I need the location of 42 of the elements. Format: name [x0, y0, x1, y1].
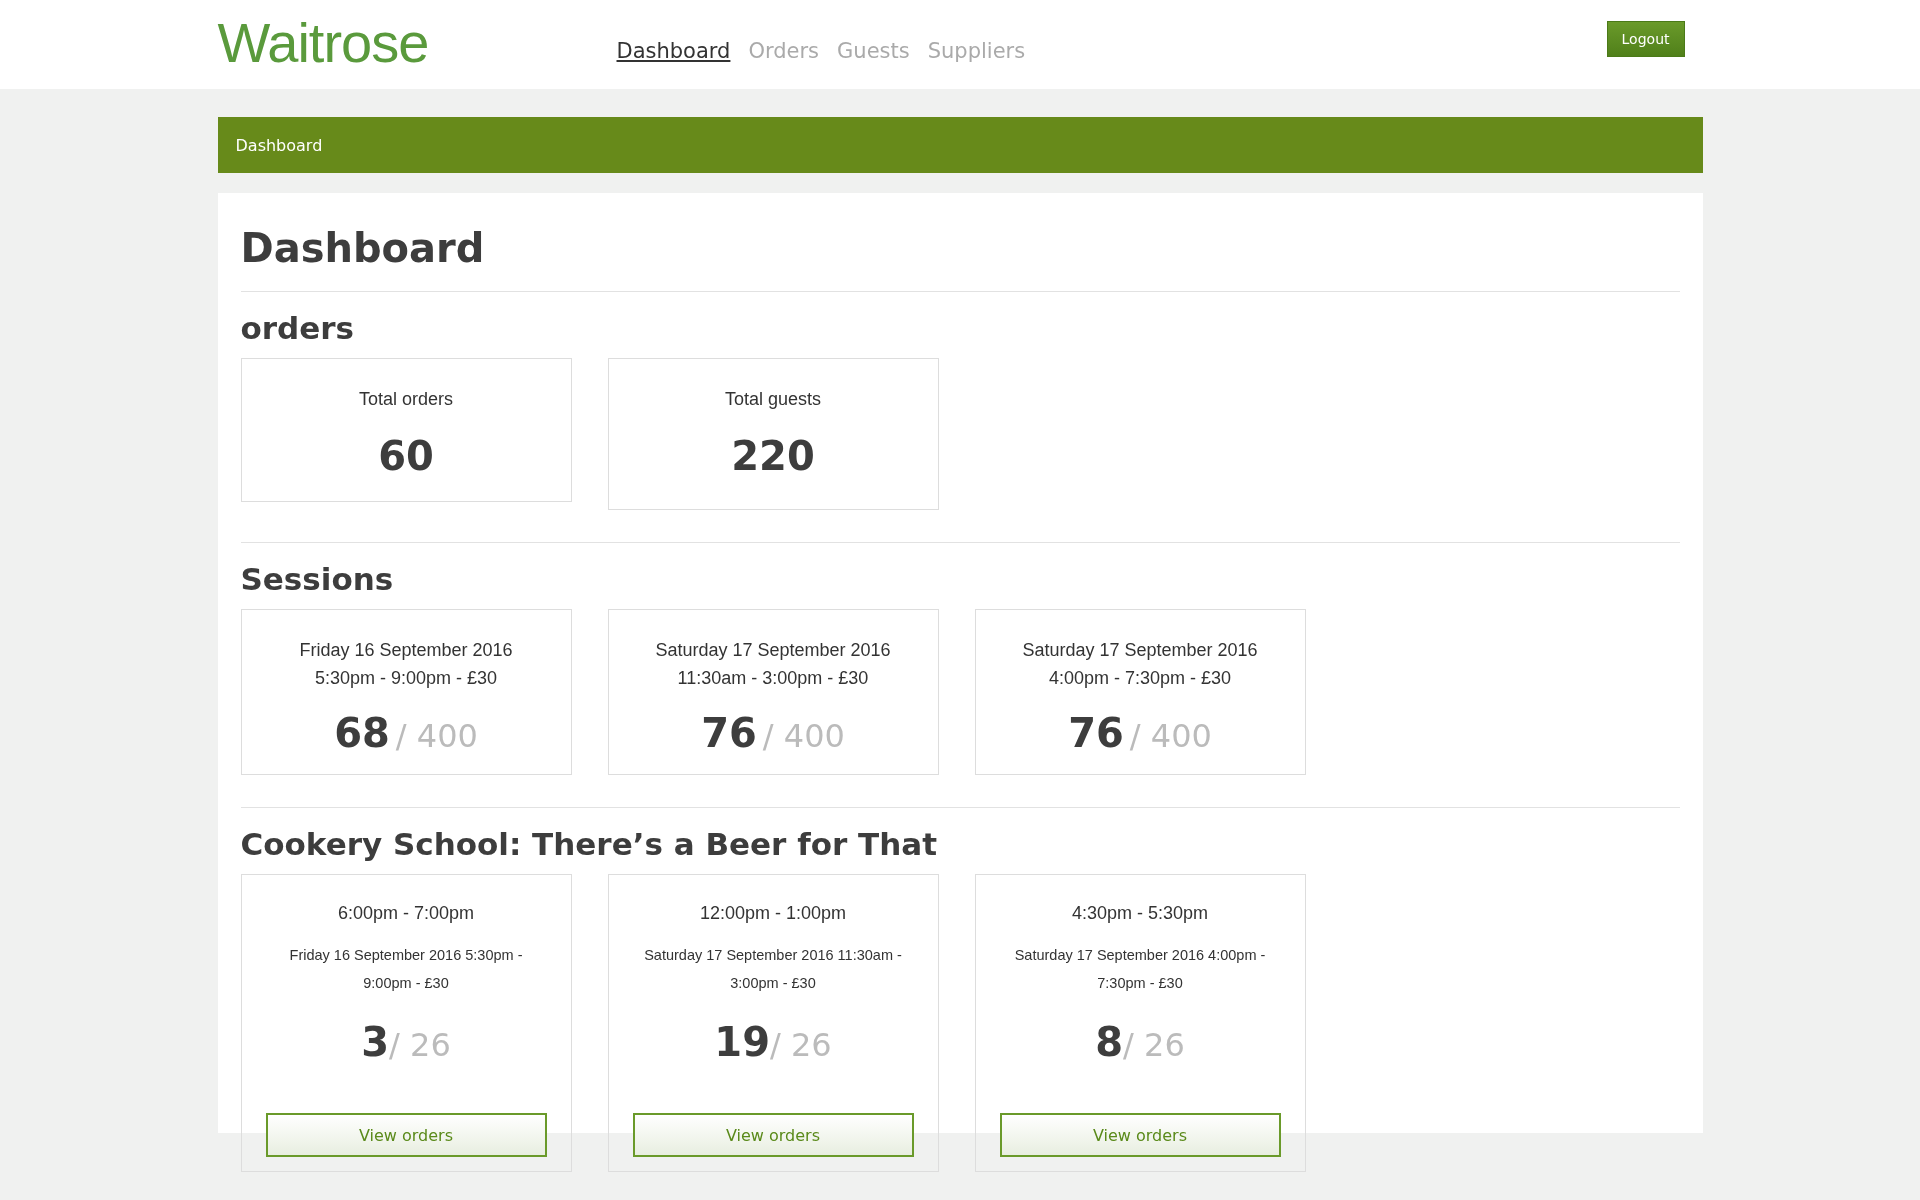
count-value: 68 — [334, 710, 390, 756]
nav-link[interactable]: Dashboard — [616, 38, 731, 63]
capacity-value: / 400 — [762, 717, 845, 755]
class-time: 12:00pm - 1:00pm — [698, 902, 848, 925]
section-heading: Sessions — [240, 561, 395, 597]
count-value: 3 — [361, 1019, 390, 1065]
logout-button[interactable]: Logout — [1606, 20, 1685, 57]
capacity-value: / 400 — [1129, 717, 1212, 755]
view-orders-button[interactable]: View orders — [265, 1113, 547, 1157]
session-info: Saturday 17 September 2016 11:30am - 3:00pm - £30 — [643, 946, 903, 993]
session-info: Saturday 17 September 2016 4:00pm - 7:30pm - £30 — [1013, 946, 1267, 993]
card-label: Total orders — [357, 388, 454, 411]
class-time: 6:00pm - 7:00pm — [336, 902, 476, 925]
session-time: 5:30pm - 9:00pm - £30 — [313, 667, 499, 690]
count-value: 19 — [714, 1019, 770, 1065]
session-date: Friday 16 September 2016 — [298, 639, 514, 662]
session-time: 11:30am - 3:00pm - £30 — [676, 667, 870, 690]
session-info: Friday 16 September 2016 5:30pm - 9:00pm - £30 — [288, 946, 524, 993]
capacity-value: / 26 — [389, 1026, 451, 1064]
view-orders-button[interactable]: View orders — [999, 1113, 1281, 1157]
count-value: 76 — [701, 710, 757, 756]
logo[interactable]: Waitrose — [217, 10, 617, 75]
card-label: Total guests — [723, 388, 823, 411]
capacity-value: / 26 — [770, 1026, 832, 1064]
stat-value: 220 — [730, 433, 816, 479]
nav-link[interactable]: Guests — [837, 38, 910, 63]
session-date: Saturday 17 September 2016 — [1021, 639, 1259, 662]
class-time: 4:30pm - 5:30pm — [1070, 902, 1210, 925]
nav-link[interactable]: Orders — [748, 38, 820, 63]
breadcrumb-link[interactable]: Dashboard — [235, 135, 323, 155]
session-date: Saturday 17 September 2016 — [654, 639, 892, 662]
capacity-value: / 26 — [1123, 1026, 1185, 1064]
view-orders-button[interactable]: View orders — [632, 1113, 914, 1157]
section-heading: orders — [240, 310, 356, 346]
count-value: 76 — [1068, 710, 1124, 756]
session-time: 4:00pm - 7:30pm - £30 — [1047, 667, 1233, 690]
section-heading: Cookery School: There’s a Beer for That — [240, 826, 938, 862]
page-title: Dashboard — [240, 203, 1680, 292]
stat-value: 60 — [377, 433, 435, 479]
nav-link[interactable]: Suppliers — [927, 38, 1026, 63]
count-value: 8 — [1095, 1019, 1124, 1065]
capacity-value: / 400 — [395, 717, 478, 755]
